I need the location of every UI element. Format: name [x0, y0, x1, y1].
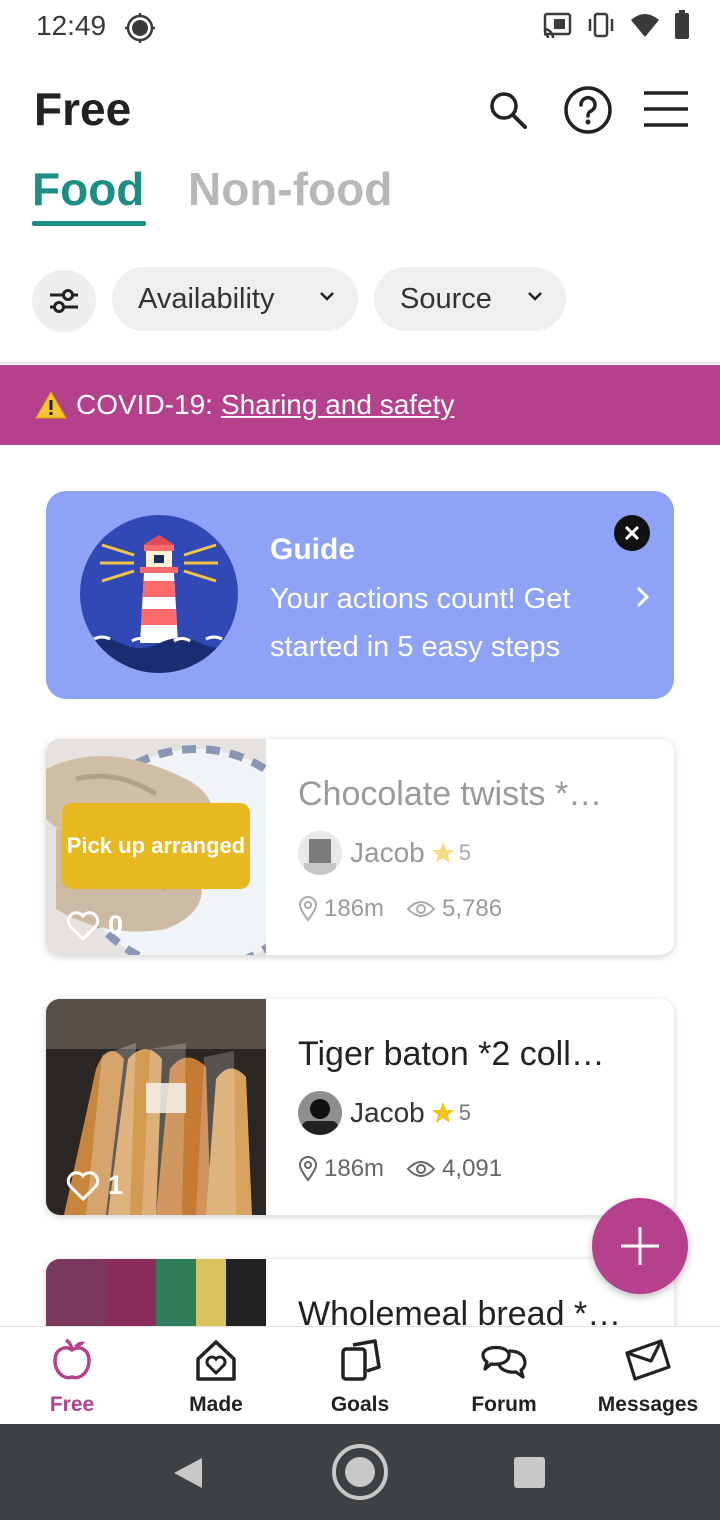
status-time: 12:49 [36, 10, 107, 41]
help-icon[interactable] [562, 84, 614, 136]
chevron-down-icon [320, 292, 334, 301]
user-name: Jacob [350, 837, 425, 868]
location-pin-icon [298, 1156, 318, 1182]
chevron-right-icon [636, 586, 650, 608]
envelope-icon [625, 1339, 671, 1381]
heart-icon [66, 1170, 100, 1201]
eye-icon [406, 901, 436, 917]
system-navigation-bar [0, 1424, 720, 1520]
listing-card[interactable]: 1 Tiger baton *2 coll… Jacob 5 186m 4,09… [46, 999, 674, 1215]
bottom-nav: Free Made Goals Forum Messages [0, 1326, 720, 1424]
divider [0, 362, 720, 364]
nav-label: Made [189, 1393, 243, 1416]
avatar [298, 1091, 342, 1135]
battery-icon [675, 10, 689, 39]
chat-bubbles-icon [481, 1345, 527, 1379]
chevron-down-icon [528, 292, 542, 301]
active-tab-indicator [32, 221, 146, 226]
wifi-icon [631, 14, 659, 37]
source-chip-label: Source [400, 282, 492, 315]
likes-count: 0 [108, 910, 124, 940]
status-icons [542, 10, 690, 40]
pickup-arranged-badge: Pick up arranged [62, 803, 250, 889]
views: 4,091 [406, 1155, 502, 1183]
listing-photo: Pick up arranged 0 [46, 739, 266, 955]
listing-meta: 186m 5,786 [298, 895, 502, 923]
user-name: Jacob [350, 1097, 425, 1128]
vibrate-icon [588, 12, 614, 38]
warning-icon [35, 390, 67, 419]
location-pin-icon [298, 896, 318, 922]
source-filter-chip[interactable]: Source [374, 267, 566, 331]
listing-user: Jacob 5 [298, 1091, 471, 1135]
nav-label: Goals [330, 1393, 390, 1416]
apple-icon [53, 1338, 91, 1380]
recent-apps-icon[interactable] [514, 1457, 545, 1488]
app-screen: 12:49 Free Food Non-food Availability So… [0, 0, 720, 1520]
status-bar: 12:49 [0, 0, 720, 56]
lighthouse-illustration [80, 515, 238, 673]
heart-icon [66, 910, 100, 941]
close-icon [624, 525, 640, 541]
nav-goals[interactable]: Goals [288, 1327, 432, 1424]
back-icon[interactable] [172, 1456, 204, 1490]
plus-icon [621, 1227, 659, 1265]
add-listing-button[interactable] [592, 1198, 688, 1294]
eye-icon [406, 1161, 436, 1177]
covid-prefix: COVID-19: [76, 389, 213, 420]
goals-icon [341, 1339, 381, 1381]
covid-banner[interactable]: COVID-19: Sharing and safety [0, 365, 720, 445]
likes[interactable]: 1 [66, 1170, 123, 1201]
distance: 186m [324, 895, 385, 922]
nav-free[interactable]: Free [0, 1327, 144, 1424]
listing-card[interactable]: Pick up arranged 0 Chocolate twists *… J… [46, 739, 674, 955]
avatar [298, 831, 342, 875]
listing-user: Jacob 5 [298, 831, 471, 875]
sliders-icon [50, 289, 78, 313]
listing-title: Chocolate twists *… [298, 775, 603, 813]
views: 5,786 [406, 895, 502, 923]
nav-messages[interactable]: Messages [576, 1327, 720, 1424]
star-icon [431, 1102, 454, 1123]
guide-close-button[interactable] [614, 515, 650, 551]
tab-non-food[interactable]: Non-food [188, 162, 392, 216]
availability-chip-label: Availability [138, 282, 275, 315]
sharing-safety-link[interactable]: Sharing and safety [221, 389, 455, 421]
nav-label: Free [49, 1393, 95, 1416]
house-heart-icon [196, 1340, 236, 1381]
listing-photo: 1 [46, 999, 266, 1215]
search-icon[interactable] [482, 84, 534, 136]
tab-food[interactable]: Food [32, 162, 144, 216]
guide-card[interactable]: Guide Your actions count! Get started in… [46, 491, 674, 699]
likes[interactable]: 0 [66, 910, 123, 941]
user-rating: 5 [458, 840, 471, 865]
views-count: 5,786 [442, 895, 503, 922]
home-icon[interactable] [330, 1442, 390, 1502]
likes-count: 1 [108, 1170, 124, 1200]
views-count: 4,091 [442, 1155, 503, 1182]
nav-made[interactable]: Made [144, 1327, 288, 1424]
nav-label: Messages [597, 1393, 699, 1416]
nav-forum[interactable]: Forum [432, 1327, 576, 1424]
filter-settings-button[interactable] [32, 270, 96, 332]
star-icon [431, 842, 454, 863]
listing-title: Tiger baton *2 coll… [298, 1035, 605, 1073]
menu-icon[interactable] [640, 84, 692, 136]
distance: 186m [324, 1155, 385, 1182]
availability-filter-chip[interactable]: Availability [112, 267, 358, 331]
listing-meta: 186m 4,091 [298, 1155, 502, 1183]
cast-icon [543, 12, 572, 38]
guide-title: Guide [270, 533, 356, 566]
page-title: Free [34, 83, 132, 135]
guide-text: Your actions count! Get started in 5 eas… [270, 583, 571, 663]
user-rating: 5 [458, 1100, 471, 1125]
location-target-icon [125, 13, 155, 43]
nav-label: Forum [471, 1393, 537, 1416]
